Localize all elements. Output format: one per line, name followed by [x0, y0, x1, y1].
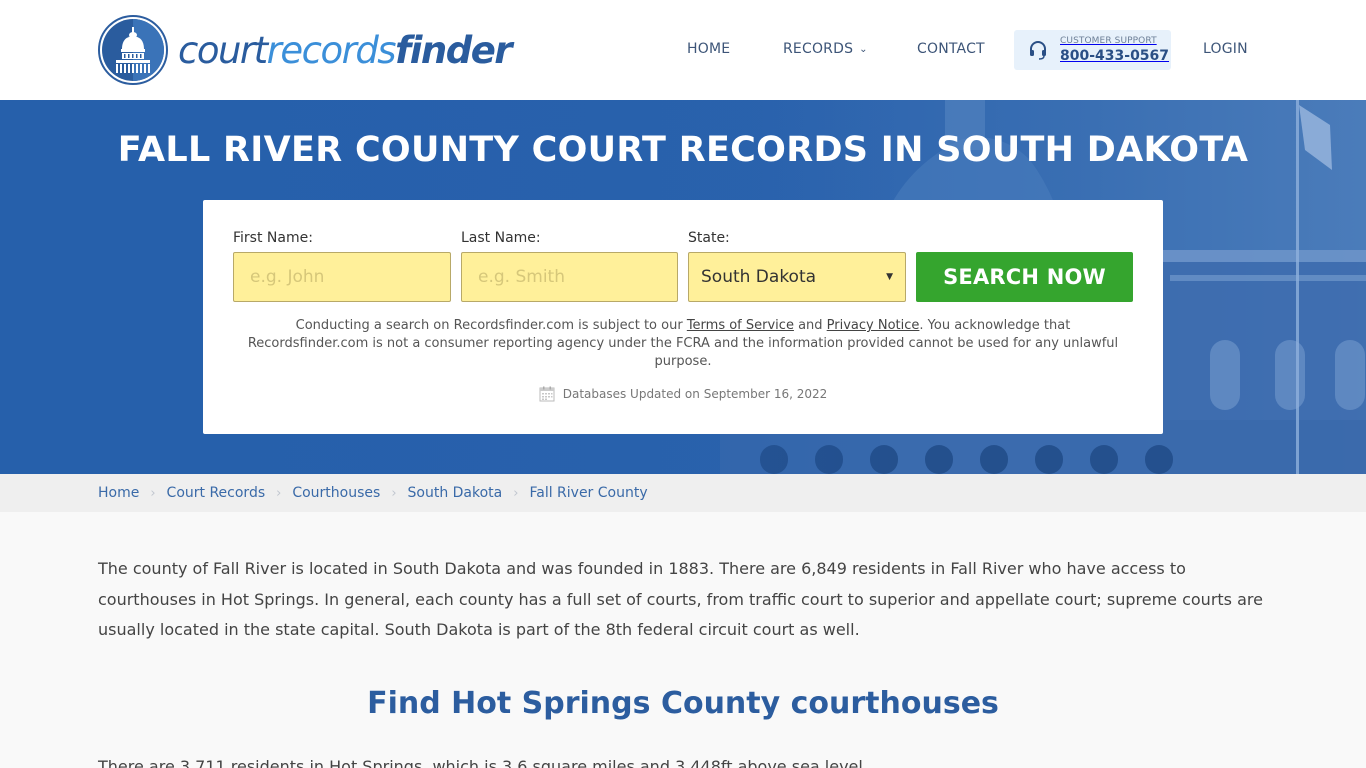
- site-header: courtrecordsfinder HOME RECORDS ⌄ CONTAC…: [0, 0, 1366, 100]
- state-label: State:: [688, 230, 730, 246]
- main-content: The county of Fall River is located in S…: [0, 554, 1366, 768]
- logo-text-finder: finder: [395, 28, 512, 72]
- logo-wordmark: courtrecordsfinder: [178, 28, 513, 72]
- state-select-value: South Dakota: [701, 267, 817, 287]
- chevron-right-icon: ›: [150, 485, 156, 501]
- breadcrumb-court-records[interactable]: Court Records: [167, 485, 266, 501]
- logo-text-records: records: [266, 28, 397, 72]
- chevron-down-icon: ⌄: [859, 43, 868, 55]
- nav-contact[interactable]: CONTACT: [917, 41, 985, 57]
- support-label: CUSTOMER SUPPORT: [1060, 36, 1157, 46]
- privacy-notice-link[interactable]: Privacy Notice: [827, 318, 920, 333]
- state-select[interactable]: South Dakota ▼: [688, 252, 906, 302]
- first-name-input[interactable]: [233, 252, 451, 302]
- breadcrumb-fall-river-county[interactable]: Fall River County: [529, 485, 647, 501]
- caret-down-icon: ▼: [886, 272, 893, 282]
- database-updated-text: Databases Updated on September 16, 2022: [562, 387, 828, 401]
- nav-home[interactable]: HOME: [687, 41, 730, 57]
- logo-link[interactable]: courtrecordsfinder: [98, 15, 513, 85]
- database-updated: Databases Updated on September 16, 2022: [203, 386, 1163, 402]
- chevron-right-icon: ›: [391, 485, 397, 501]
- support-phone: 800-433-0567: [1060, 48, 1170, 64]
- nav-login[interactable]: LOGIN: [1203, 41, 1248, 57]
- disclaimer-text-1: Conducting a search on Recordsfinder.com…: [295, 318, 687, 333]
- logo-text-court: court: [178, 28, 268, 72]
- last-name-label: Last Name:: [461, 230, 541, 246]
- breadcrumb-south-dakota[interactable]: South Dakota: [408, 485, 503, 501]
- breadcrumb: Home › Court Records › Courthouses › Sou…: [0, 474, 1366, 512]
- last-name-input[interactable]: [461, 252, 678, 302]
- courthouses-section-title: Find Hot Springs County courthouses: [367, 685, 999, 721]
- search-now-button[interactable]: SEARCH NOW: [916, 252, 1133, 302]
- chevron-right-icon: ›: [276, 485, 282, 501]
- page-title: FALL RIVER COUNTY COURT RECORDS IN SOUTH…: [117, 130, 1249, 170]
- capitol-logo-icon: [98, 15, 168, 85]
- chevron-right-icon: ›: [513, 485, 519, 501]
- calendar-icon: [539, 386, 555, 402]
- nav-records-label: RECORDS: [783, 41, 854, 57]
- search-form: First Name: Last Name: State: South Dako…: [203, 200, 1163, 434]
- breadcrumb-courthouses[interactable]: Courthouses: [292, 485, 380, 501]
- nav-records[interactable]: RECORDS ⌄: [783, 41, 868, 57]
- breadcrumb-home[interactable]: Home: [98, 485, 139, 501]
- hero-banner: FALL RIVER COUNTY COURT RECORDS IN SOUTH…: [0, 100, 1366, 474]
- search-disclaimer: Conducting a search on Recordsfinder.com…: [243, 317, 1123, 371]
- hot-springs-paragraph: There are 3,711 residents in Hot Springs…: [98, 756, 868, 768]
- first-name-label: First Name:: [233, 230, 313, 246]
- headset-icon: [1030, 41, 1046, 60]
- terms-of-service-link[interactable]: Terms of Service: [687, 318, 794, 333]
- customer-support-button[interactable]: CUSTOMER SUPPORT 800-433-0567: [1014, 30, 1171, 70]
- county-intro-paragraph: The county of Fall River is located in S…: [98, 559, 1263, 639]
- disclaimer-text-2: and: [793, 318, 827, 333]
